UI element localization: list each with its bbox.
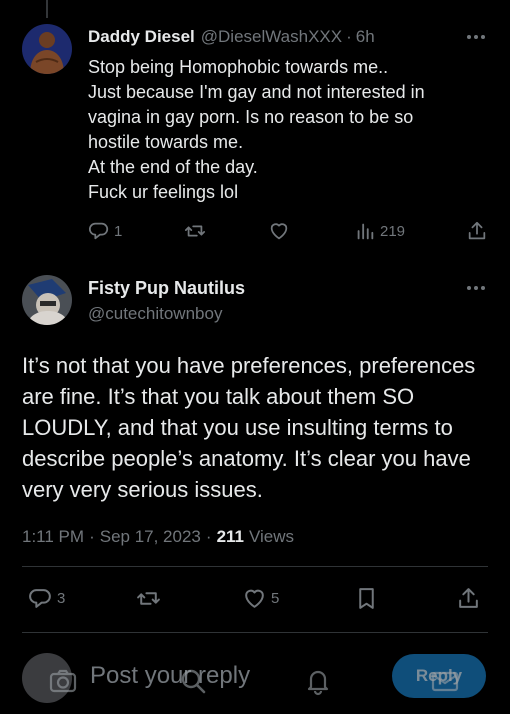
main-tweet-actions: 3 5 (28, 586, 484, 614)
repost-button[interactable] (136, 586, 161, 611)
parent-tweet-header: Daddy Diesel @DieselWashXXX · 6h (88, 27, 375, 47)
tweet-text-line: Stop being Homophobic towards me.. (88, 57, 389, 77)
reply-count: 3 (57, 590, 66, 607)
avatar[interactable] (22, 24, 72, 74)
tweet-text-line: vagina in gay porn. Is no reason to be s… (88, 107, 414, 127)
author-name[interactable]: Daddy Diesel (88, 27, 195, 47)
reply-count: 1 (114, 222, 123, 240)
main-tweet-text: It’s not that you have preferences, pref… (22, 350, 492, 505)
parent-tweet-actions: 1 219 (88, 220, 490, 248)
timestamp[interactable]: 6h (356, 27, 375, 47)
like-icon (268, 220, 290, 242)
reply-submit-button[interactable]: Reply (392, 654, 486, 698)
reply-button[interactable]: 1 (88, 220, 122, 242)
bookmark-icon (354, 586, 379, 611)
author-handle[interactable]: @DieselWashXXX (201, 27, 342, 47)
reply-composer: Post your reply Reply (0, 640, 510, 714)
separator: · (205, 527, 212, 546)
more-icon[interactable] (466, 284, 486, 292)
tweet-text-line: hostile towards me. (88, 132, 244, 152)
avatar[interactable] (22, 653, 72, 703)
author-handle[interactable]: @cutechitownboy (88, 304, 222, 324)
separator: · (89, 527, 95, 546)
like-button[interactable]: 5 (242, 586, 279, 611)
like-icon (242, 586, 267, 611)
reply-button[interactable]: 3 (28, 586, 65, 611)
reply-icon (28, 586, 53, 611)
tweet-text-line: Fuck ur feelings lol (88, 182, 239, 202)
parent-tweet-text: Stop being Homophobic towards me.. Just … (88, 55, 488, 205)
separator: · (346, 27, 352, 46)
bookmark-button[interactable] (354, 586, 379, 611)
tweet-time[interactable]: 1:11 PM (22, 527, 84, 547)
tweet-text-line: very very serious issues. (22, 477, 263, 502)
views-count: 219 (380, 222, 406, 240)
tweet-text-line: At the end of the day. (88, 157, 258, 177)
thread-connector-line (46, 0, 48, 18)
share-icon (466, 220, 488, 242)
like-count: 5 (271, 590, 280, 607)
tweet-date[interactable]: Sep 17, 2023 (100, 527, 201, 547)
share-button[interactable] (466, 220, 488, 242)
reply-input[interactable]: Post your reply (90, 662, 250, 690)
views-icon (354, 220, 376, 242)
more-icon[interactable] (466, 33, 486, 41)
repost-icon (136, 586, 161, 611)
reply-icon (88, 220, 110, 242)
tweet-metadata: 1:11 PM · Sep 17, 2023 · 211 Views (22, 527, 294, 547)
views-button[interactable]: 219 (354, 220, 405, 242)
repost-icon (184, 220, 206, 242)
tweet-text-line: are fine. It’s that you talk about them … (22, 384, 415, 409)
repost-button[interactable] (184, 220, 206, 242)
author-name[interactable]: Fisty Pup Nautilus (88, 278, 245, 299)
share-icon (456, 586, 481, 611)
tweet-text-line: LOUDLY, and that you use insulting terms… (22, 415, 453, 440)
view-count[interactable]: 211 (217, 527, 244, 547)
divider (22, 566, 488, 567)
avatar[interactable] (22, 275, 72, 325)
tweet-text-line: describe people’s anatomy. It’s clear yo… (22, 446, 471, 471)
share-button[interactable] (456, 586, 481, 611)
like-button[interactable] (268, 220, 290, 242)
views-label: Views (249, 527, 295, 546)
tweet-text-line: Just because I'm gay and not interested … (88, 82, 425, 102)
tweet-text-line: It’s not that you have preferences, pref… (22, 353, 476, 378)
divider (22, 632, 488, 633)
